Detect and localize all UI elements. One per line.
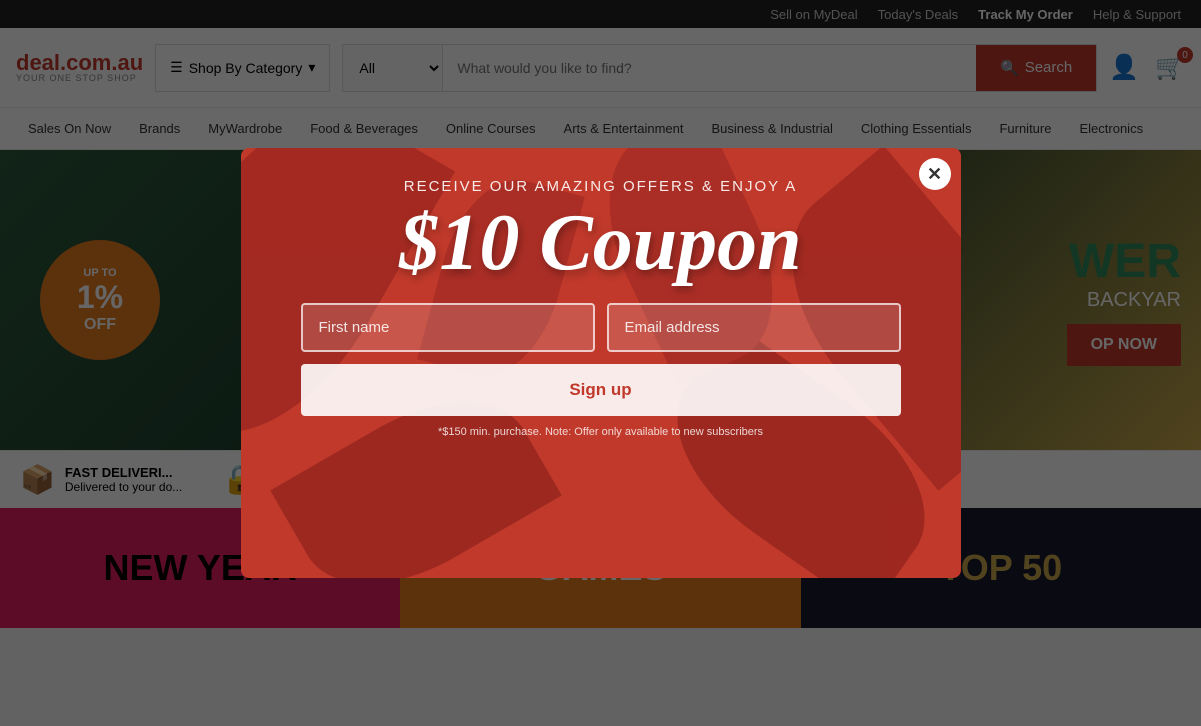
modal-overlay[interactable]: ✕ RECEIVE OUR AMAZING OFFERS & ENJOY A $… [0,0,1201,726]
modal-subtitle: RECEIVE OUR AMAZING OFFERS & ENJOY A [404,178,797,195]
modal-close-button[interactable]: ✕ [919,158,951,190]
modal-form [301,303,901,352]
coupon-modal: ✕ RECEIVE OUR AMAZING OFFERS & ENJOY A $… [241,148,961,578]
modal-coupon-text: $10 Coupon [399,203,801,283]
email-input[interactable] [607,303,901,352]
first-name-input[interactable] [301,303,595,352]
modal-disclaimer: *$150 min. purchase. Note: Offer only av… [438,426,763,438]
signup-button[interactable]: Sign up [301,364,901,416]
modal-content: RECEIVE OUR AMAZING OFFERS & ENJOY A $10… [241,148,961,578]
